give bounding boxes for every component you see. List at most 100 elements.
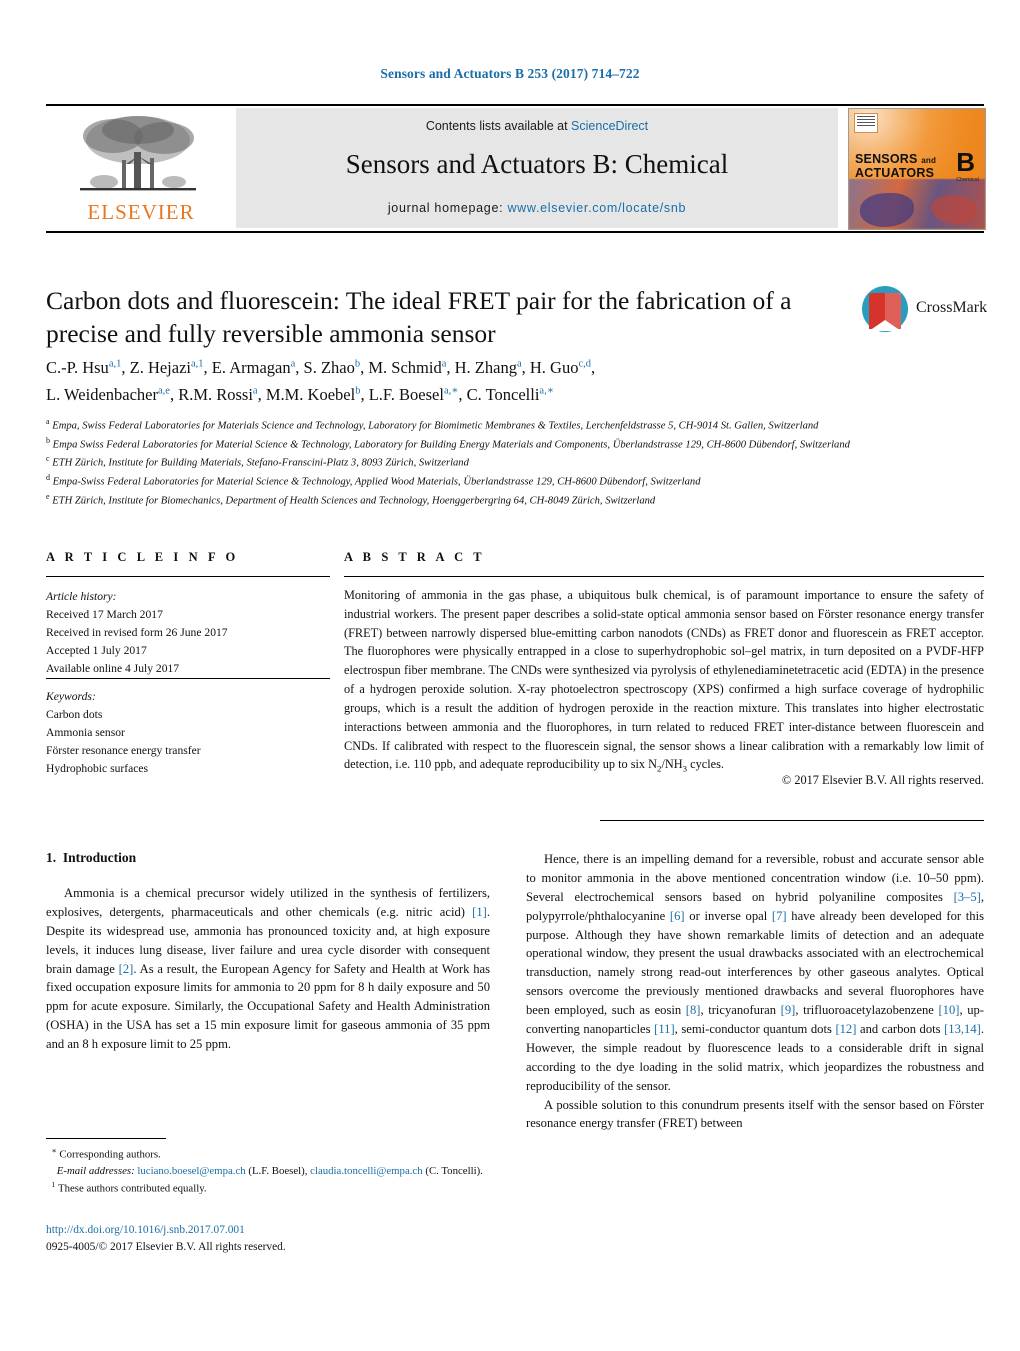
keywords-label: Keywords:: [46, 690, 96, 703]
article-first-page: Sensors and Actuators B 253 (2017) 714–7…: [0, 0, 1020, 1351]
corresponding-text: Corresponding authors.: [59, 1148, 161, 1161]
doi-link[interactable]: http://dx.doi.org/10.1016/j.snb.2017.07.…: [46, 1224, 245, 1236]
author-sup: a,1: [191, 358, 204, 370]
footnotes: ∗ Corresponding authors. E-mail addresse…: [46, 1145, 490, 1197]
email-link-toncelli[interactable]: claudia.toncelli@empa.ch: [310, 1165, 422, 1177]
elsevier-wordmark: ELSEVIER: [87, 200, 195, 224]
affiliation-text: ETH Zürich, Institute for Building Mater…: [52, 457, 469, 469]
section-number: 1.: [46, 850, 57, 865]
author-sup: a: [441, 358, 447, 370]
article-info-heading: A R T I C L E I N F O: [46, 550, 239, 564]
affiliation-key: c: [46, 454, 50, 464]
author-sup: a: [252, 385, 258, 397]
section-title: Introduction: [62, 850, 137, 865]
journal-homepage-link[interactable]: www.elsevier.com/locate/snb: [507, 201, 686, 215]
journal-homepage-line: journal homepage: www.elsevier.com/locat…: [236, 201, 838, 215]
cover-and: and: [921, 156, 937, 165]
history-item: Received 17 March 2017: [46, 608, 163, 622]
citation-link[interactable]: [8]: [686, 1003, 701, 1017]
affiliation-item: b Empa Swiss Federal Laboratories for Ma…: [46, 435, 896, 454]
article-history-label: Article history:: [46, 590, 117, 603]
crossmark-badge[interactable]: CrossMark: [862, 284, 987, 336]
author-sup: a: [290, 358, 296, 370]
body-column-left: Ammonia is a chemical precursor widely u…: [46, 884, 490, 1054]
affiliation-item: c ETH Zürich, Institute for Building Mat…: [46, 453, 896, 472]
author-sup: b: [355, 385, 361, 397]
affiliation-text: Empa, Swiss Federal Laboratories for Mat…: [52, 420, 819, 432]
affiliation-key: b: [46, 435, 50, 445]
author-sup: b: [354, 358, 361, 370]
cover-letter-sub: Chemical: [956, 177, 979, 183]
affiliation-key: d: [46, 472, 50, 482]
email-link-boesel[interactable]: luciano.boesel@empa.ch: [137, 1165, 245, 1177]
journal-title: Sensors and Actuators B: Chemical: [345, 149, 729, 179]
keywords-rule: [46, 678, 330, 679]
affiliation-text: Empa-Swiss Federal Laboratories for Mate…: [52, 476, 701, 488]
citation-link[interactable]: [13,14]: [944, 1022, 981, 1036]
banner-center: Contents lists available at ScienceDirec…: [236, 108, 838, 228]
email-owner-1: (L.F. Boesel),: [248, 1165, 308, 1177]
citation-link[interactable]: [7]: [772, 909, 787, 923]
journal-cover-thumbnail: SENSORS and ACTUATORS B Chemical: [848, 108, 986, 230]
author-sup: a,∗: [443, 385, 459, 397]
paragraph: Hence, there is an impelling demand for …: [526, 852, 984, 1093]
author-sup: a,1: [108, 358, 122, 370]
author-list: C.-P. Hsua,1, Z. Hejazia,1, E. Armagana,…: [46, 358, 596, 404]
citation-link[interactable]: [2]: [119, 962, 134, 976]
keyword-item: Ammonia sensor: [46, 726, 125, 740]
abstract-text: Monitoring of ammonia in the gas phase, …: [344, 588, 984, 774]
section-heading-introduction: 1. Introduction: [46, 850, 136, 866]
author-sup: a: [516, 358, 522, 370]
page-title: Carbon dots and fluorescein: The ideal F…: [46, 286, 792, 348]
sciencedirect-link[interactable]: ScienceDirect: [571, 119, 648, 133]
contents-prefix: Contents lists available at: [425, 119, 572, 133]
affiliation-item: e ETH Zürich, Institute for Biomechanics…: [46, 491, 896, 510]
article-history: Article history: Received 17 March 2017 …: [46, 588, 330, 678]
footnote-equal-contribution: 1 These authors contributed equally.: [51, 1180, 207, 1195]
cover-line1: SENSORS: [855, 152, 918, 166]
keyword-item: Förster resonance energy transfer: [46, 744, 201, 758]
footnote-rule: [46, 1138, 166, 1139]
citation-link[interactable]: [6]: [670, 909, 685, 923]
history-item: Available online 4 July 2017: [46, 662, 180, 676]
equal-contrib-text: These authors contributed equally.: [58, 1183, 207, 1195]
citation-link[interactable]: [3–5]: [954, 890, 981, 904]
affiliation-text: ETH Zürich, Institute for Biomechanics, …: [52, 495, 656, 507]
footnote-emails: E-mail addresses: luciano.boesel@empa.ch…: [46, 1163, 490, 1179]
history-item: Received in revised form 26 June 2017: [46, 626, 228, 640]
affiliation-list: a Empa, Swiss Federal Laboratories for M…: [46, 416, 896, 509]
citation-link[interactable]: [1]: [472, 905, 487, 919]
affiliation-item: a Empa, Swiss Federal Laboratories for M…: [46, 416, 896, 435]
banner-top-rule: [46, 104, 984, 106]
contents-list-line: Contents lists available at ScienceDirec…: [236, 119, 838, 133]
email-label: E-mail addresses:: [56, 1165, 135, 1177]
affiliation-key: e: [46, 491, 50, 501]
running-head: Sensors and Actuators B 253 (2017) 714–7…: [380, 66, 640, 81]
citation-link[interactable]: [9]: [781, 1003, 796, 1017]
body-column-right: Hence, there is an impelling demand for …: [526, 850, 984, 1133]
citation-link[interactable]: [12]: [835, 1022, 856, 1036]
crossmark-icon: [862, 286, 908, 332]
keyword-item: Hydrophobic surfaces: [46, 762, 149, 776]
cover-elsevier-mark: [854, 113, 878, 133]
article-info-rule: [46, 576, 330, 577]
citation-link[interactable]: [10]: [938, 1003, 959, 1017]
abstract-bottom-rule: [600, 820, 984, 822]
journal-banner: ELSEVIER Contents lists available at Sci…: [46, 104, 986, 233]
email-owner-2: (C. Toncelli).: [425, 1165, 483, 1177]
affiliation-key: a: [46, 417, 50, 426]
elsevier-logo: ELSEVIER: [46, 108, 232, 228]
paragraph: A possible solution to this conundrum pr…: [526, 1097, 984, 1131]
abstract-heading: A B S T R A C T: [344, 550, 486, 564]
affiliation-text: Empa Swiss Federal Laboratories for Mate…: [52, 439, 850, 451]
crossmark-label: CrossMark: [916, 299, 988, 316]
author-sup: a,e: [157, 385, 170, 397]
author-sup: a,∗: [539, 385, 554, 397]
keywords-block: Keywords: Carbon dots Ammonia sensor För…: [46, 688, 330, 778]
paragraph: Ammonia is a chemical precursor widely u…: [46, 886, 490, 1052]
citation-link[interactable]: [11]: [654, 1022, 675, 1036]
footnote-corresponding: ∗ Corresponding authors.: [51, 1146, 161, 1161]
doi-block: http://dx.doi.org/10.1016/j.snb.2017.07.…: [46, 1222, 490, 1256]
keyword-item: Carbon dots: [46, 708, 103, 722]
abstract-copyright: © 2017 Elsevier B.V. All rights reserved…: [781, 773, 984, 787]
